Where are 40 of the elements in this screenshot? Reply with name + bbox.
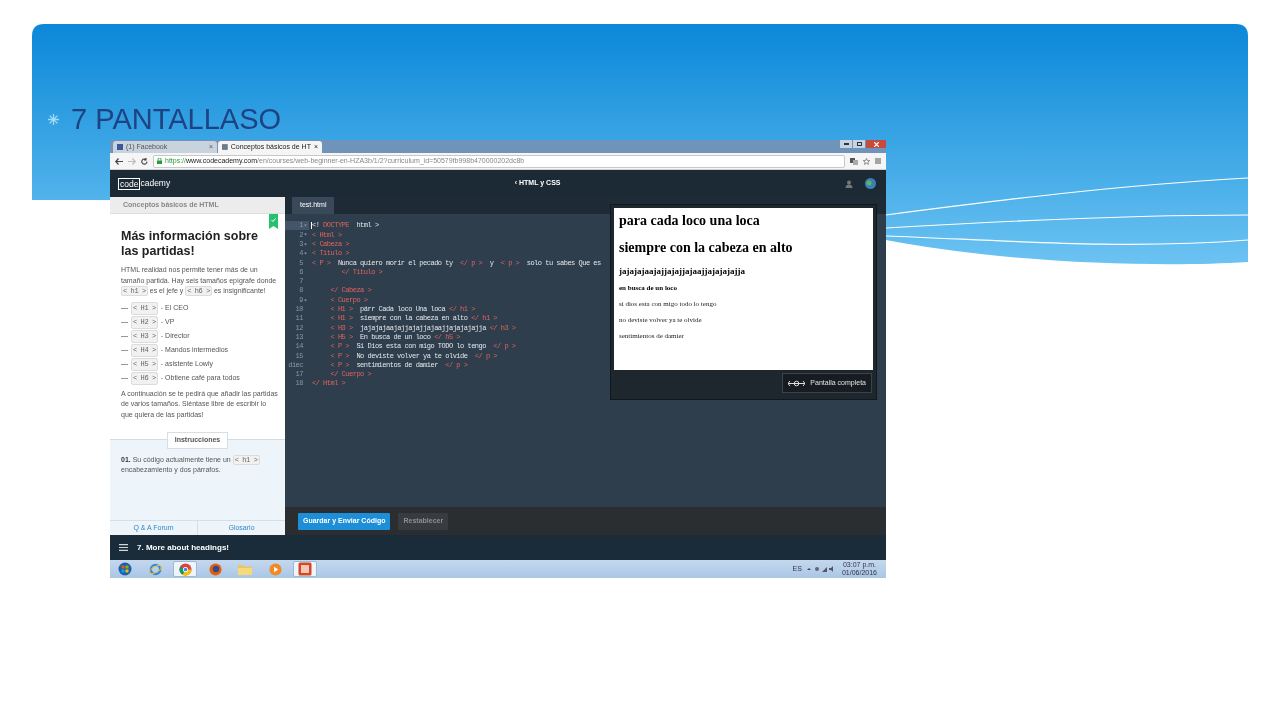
- fold-caret-icon[interactable]: [304, 233, 307, 237]
- fold-caret-icon[interactable]: [304, 298, 307, 302]
- logo: code cademy: [118, 177, 171, 190]
- fold-caret-icon[interactable]: [304, 224, 307, 228]
- back-icon[interactable]: [115, 157, 123, 165]
- fold-caret-icon[interactable]: [304, 242, 307, 246]
- close-button[interactable]: [866, 140, 886, 148]
- avatar-icon[interactable]: [865, 178, 876, 189]
- taskbar-button[interactable]: [293, 561, 317, 577]
- preview-heading: para cada loco una loca: [619, 212, 761, 230]
- lesson-title: Más información sobre las partidas!: [121, 229, 259, 259]
- lock-icon: [157, 158, 162, 164]
- close-icon: [873, 141, 879, 147]
- maximize-icon: [856, 142, 862, 146]
- page-icon: [117, 144, 123, 150]
- maximize-button[interactable]: [853, 140, 865, 148]
- minimize-button[interactable]: [840, 140, 852, 148]
- ring-icon: [148, 562, 162, 576]
- fold-caret-icon[interactable]: [304, 252, 307, 256]
- slide-title: 7 PANTALLASO: [71, 102, 282, 136]
- preview-heading: jajajajaajajjajajjajaajjajajajajja: [619, 266, 746, 277]
- bullet-icon: [48, 113, 59, 125]
- globe-icon: [208, 562, 222, 576]
- expand-icon: [788, 379, 806, 387]
- slide-icon: [298, 562, 312, 576]
- orb-icon: [118, 562, 132, 576]
- translate-icon[interactable]: [850, 157, 858, 165]
- person-icon[interactable]: [845, 179, 853, 188]
- reload-icon[interactable]: [141, 157, 148, 165]
- tray-icons: [806, 566, 833, 572]
- page-icon: [222, 144, 228, 150]
- text-cursor: [311, 222, 312, 230]
- folder-icon: [238, 563, 252, 575]
- wheel-icon: [178, 562, 192, 576]
- minimize-icon: [843, 143, 849, 145]
- taskbar-button[interactable]: [173, 561, 197, 577]
- preview-heading: siempre con la cabeza en alto: [619, 239, 794, 257]
- lesson-name: 7. More about headings!: [137, 541, 229, 554]
- star-icon[interactable]: [863, 157, 870, 165]
- play-icon: [268, 562, 282, 576]
